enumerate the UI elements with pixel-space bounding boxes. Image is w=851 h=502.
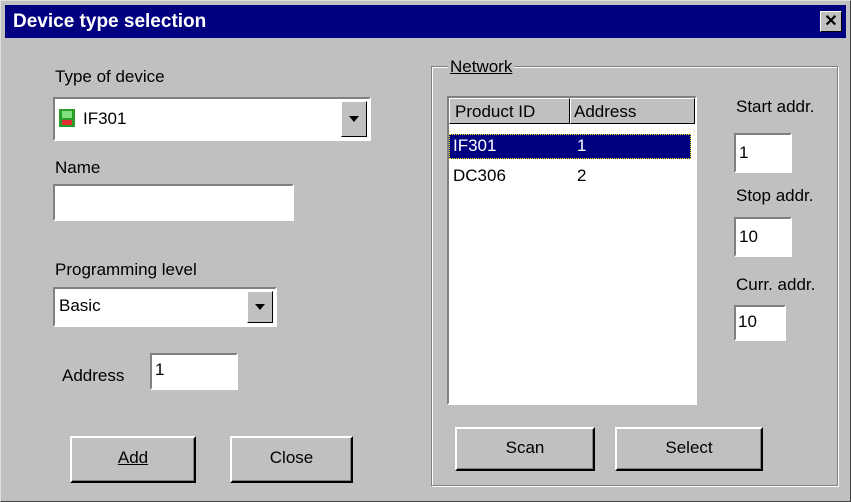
address-label: Address bbox=[62, 366, 125, 385]
device-icon bbox=[59, 109, 75, 127]
curr-addr-label: Curr. addr. bbox=[736, 275, 816, 294]
address-cell: 2 bbox=[577, 166, 587, 185]
product-id-cell: IF301 bbox=[453, 136, 497, 155]
table-row[interactable]: IF301 1 bbox=[449, 134, 691, 159]
type-of-device-value: IF301 bbox=[83, 109, 127, 128]
address-value: 1 bbox=[155, 360, 165, 379]
close-window-button[interactable]: ✕ bbox=[820, 11, 842, 32]
address-input[interactable]: 1 bbox=[150, 353, 238, 390]
title-bar[interactable]: Device type selection ✕ bbox=[5, 5, 846, 38]
name-input[interactable] bbox=[53, 184, 294, 221]
programming-level-label: Programming level bbox=[55, 260, 197, 279]
device-type-dialog: Device type selection ✕ Type of device I… bbox=[0, 0, 851, 502]
curr-addr-value: 10 bbox=[738, 312, 757, 331]
close-button[interactable]: Close bbox=[230, 436, 353, 483]
name-label: Name bbox=[55, 158, 101, 177]
window-title: Device type selection bbox=[13, 11, 207, 32]
curr-addr-input: 10 bbox=[734, 305, 786, 341]
scan-button-label: Scan bbox=[505, 438, 545, 457]
network-group-title: Network bbox=[448, 57, 515, 77]
column-header-product-id-label: Product ID bbox=[455, 102, 536, 121]
scan-button[interactable]: Scan bbox=[455, 427, 595, 471]
programming-level-dropdown-button[interactable] bbox=[247, 291, 273, 323]
network-title-text: Network bbox=[450, 57, 513, 76]
product-id-cell: DC306 bbox=[453, 166, 506, 185]
stop-addr-value: 10 bbox=[739, 227, 758, 246]
type-of-device-dropdown-button[interactable] bbox=[341, 101, 367, 137]
stop-addr-input[interactable]: 10 bbox=[734, 217, 792, 257]
type-of-device-label: Type of device bbox=[55, 67, 165, 86]
select-button-label: Select bbox=[665, 438, 713, 457]
address-cell: 1 bbox=[577, 136, 587, 155]
add-button[interactable]: Add bbox=[70, 436, 196, 483]
stop-addr-label: Stop addr. bbox=[736, 186, 814, 205]
column-header-product-id[interactable]: Product ID bbox=[449, 98, 570, 124]
add-button-label: Add bbox=[117, 448, 149, 467]
start-addr-input[interactable]: 1 bbox=[734, 133, 792, 173]
network-device-list[interactable]: Product ID Address IF301 1 DC306 2 bbox=[447, 96, 697, 405]
type-of-device-select[interactable]: IF301 bbox=[53, 97, 371, 141]
start-addr-value: 1 bbox=[739, 143, 749, 162]
column-header-address[interactable]: Address bbox=[570, 98, 695, 124]
programming-level-value: Basic bbox=[59, 296, 101, 315]
select-button[interactable]: Select bbox=[615, 427, 763, 471]
start-addr-label: Start addr. bbox=[736, 97, 815, 116]
close-button-label: Close bbox=[269, 448, 314, 467]
chevron-down-icon bbox=[255, 304, 265, 310]
table-row[interactable]: DC306 2 bbox=[449, 164, 691, 189]
programming-level-select[interactable]: Basic bbox=[53, 287, 277, 327]
close-icon: ✕ bbox=[824, 13, 838, 30]
chevron-down-icon bbox=[349, 116, 359, 122]
column-header-address-label: Address bbox=[574, 102, 637, 121]
